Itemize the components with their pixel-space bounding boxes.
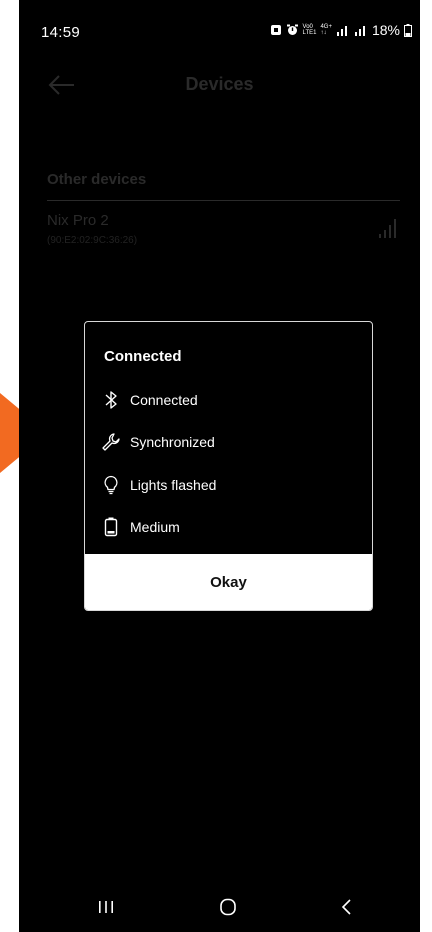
volte-indicator: Vo0 LTE1 — [303, 24, 317, 36]
status-bar: 14:59 Vo0 LTE1 4G+ ↑↓ 18% — [19, 0, 420, 54]
battery-status-icon — [404, 23, 412, 37]
system-nav-bar — [19, 884, 420, 932]
dialog-title: Connected — [104, 348, 182, 365]
lightbulb-icon — [101, 475, 121, 495]
page-title: Devices — [185, 74, 254, 94]
recents-icon[interactable] — [92, 896, 120, 918]
vpn-lock-icon — [270, 24, 282, 36]
dialog-row-label: Lights flashed — [130, 477, 217, 493]
dialog-row-battery-medium: Medium — [101, 515, 180, 539]
dialog-row-label: Connected — [130, 392, 198, 408]
app-header: Devices — [19, 60, 420, 110]
screenshot-frame: 14:59 Vo0 LTE1 4G+ ↑↓ 18% Devices Other … — [0, 0, 432, 932]
wrench-icon — [101, 432, 121, 452]
section-divider — [47, 200, 400, 201]
dialog-row-synchronized: Synchronized — [101, 430, 215, 454]
dialog-row-label: Medium — [130, 519, 180, 535]
back-chevron-icon[interactable] — [333, 896, 361, 918]
data-arrows-icon: ↑↓ — [320, 30, 327, 36]
status-time: 14:59 — [41, 24, 81, 41]
device-address: (90:E2:02:9C:36:26) — [47, 235, 138, 246]
section-title-other-devices: Other devices — [47, 171, 147, 188]
phone-screen: 14:59 Vo0 LTE1 4G+ ↑↓ 18% Devices Other … — [19, 0, 420, 932]
home-icon[interactable] — [214, 896, 242, 918]
status-icons: Vo0 LTE1 4G+ ↑↓ 18% — [270, 22, 412, 38]
signal-strength-icon — [336, 24, 350, 36]
signal-bars-icon — [379, 219, 396, 238]
alarm-icon — [286, 24, 299, 36]
device-name[interactable]: Nix Pro 2 — [47, 212, 109, 229]
dialog-row-connected: Connected — [101, 388, 198, 412]
network-gen-indicator: 4G+ ↑↓ — [320, 24, 332, 36]
dialog-row-label: Synchronized — [130, 434, 215, 450]
connected-dialog: Connected Connected Synchronized Lights … — [84, 321, 373, 611]
battery-percent: 18% — [371, 22, 400, 38]
battery-icon — [101, 517, 121, 537]
volte-bottom-text: LTE1 — [302, 30, 317, 36]
bluetooth-icon — [101, 390, 121, 410]
dialog-row-lights-flashed: Lights flashed — [101, 473, 216, 497]
signal-strength-2-icon — [354, 24, 368, 36]
okay-button[interactable]: Okay — [85, 554, 372, 610]
